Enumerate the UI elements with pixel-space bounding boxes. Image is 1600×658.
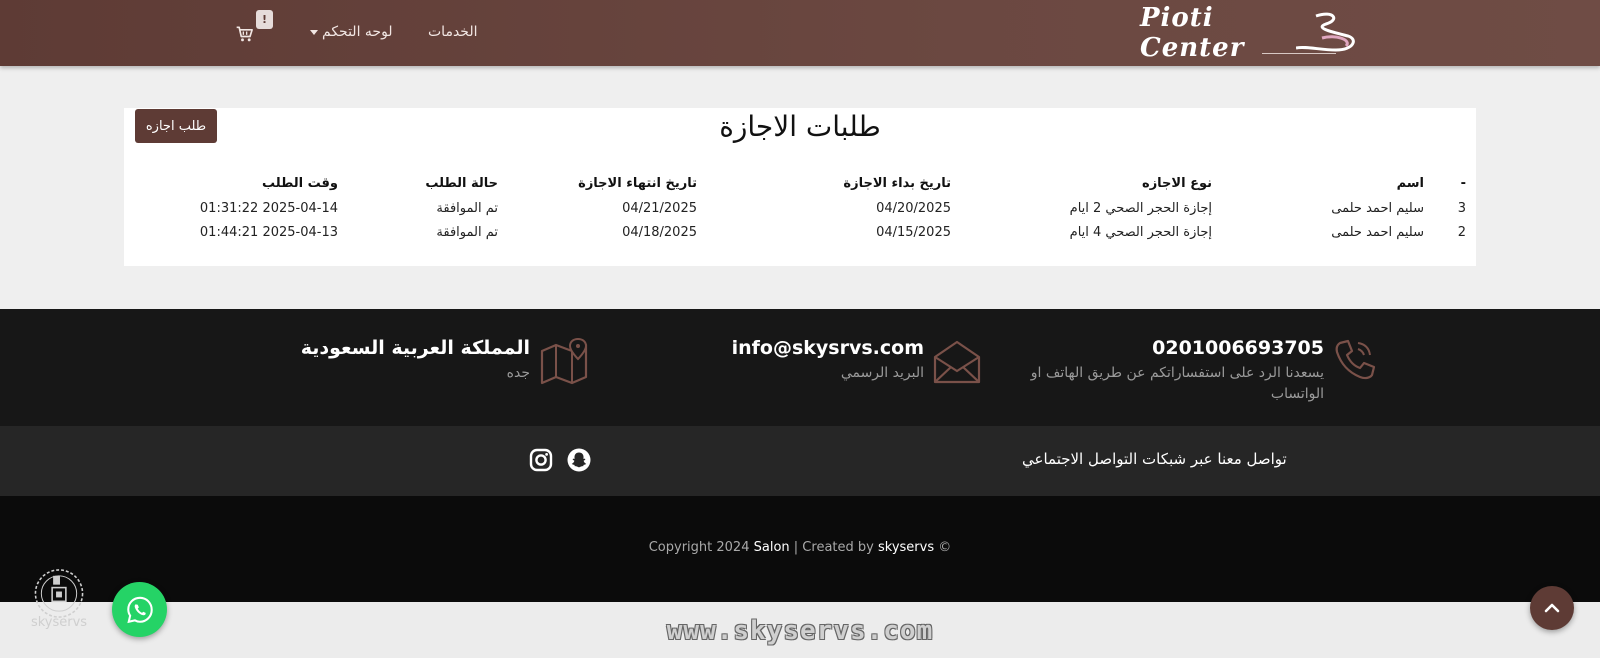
logo[interactable]: Pioti Center — [1140, 3, 1362, 63]
footer-social-band: تواصل معنا عبر شبكات التواصل الاجتماعي — [0, 426, 1600, 496]
copyright-symbol: © — [938, 540, 952, 555]
cell-index: 3 — [1457, 200, 1466, 216]
header-start-date: تاريخ بداء الاجازة — [843, 175, 951, 191]
nav-dashboard-label: لوحه التحكم — [322, 24, 393, 40]
table-row: 3 سليم احمد حلمى إجازة الحجر الصحي 2 ايا… — [134, 196, 1466, 220]
copyright-text: Copyright 2024 Salon | Created by skyser… — [0, 540, 1600, 555]
instagram-icon[interactable] — [529, 448, 553, 472]
cell-start-date: 04/15/2025 — [876, 224, 951, 240]
created-by-label: | Created by — [793, 540, 874, 555]
location-country: المملكة العربية السعودية — [300, 337, 530, 359]
scroll-to-top-button[interactable] — [1530, 586, 1574, 630]
leave-requests-card: طلبات الاجازة طلب اجازه - اسم نوع الاجاز… — [124, 108, 1476, 266]
table-header-row: - اسم نوع الاجازه تاريخ بداء الاجازة تار… — [134, 172, 1466, 196]
header-type: نوع الاجازه — [1142, 175, 1212, 191]
cart-icon[interactable] — [235, 24, 255, 44]
skyservs-badge-label: skyservs — [30, 615, 88, 630]
header-request-time: وقت الطلب — [262, 175, 338, 191]
logo-underline — [1262, 53, 1336, 54]
cell-status: تم الموافقة — [436, 200, 498, 216]
cell-index: 2 — [1457, 224, 1466, 240]
cell-type: إجازة الحجر الصحي 4 ايام — [1069, 224, 1212, 240]
skyservs-badge[interactable]: skyservs — [26, 566, 92, 630]
cell-request-time: 2025-04-13 01:44:21 — [199, 224, 338, 240]
whatsapp-icon — [126, 596, 153, 623]
contact-location: المملكة العربية السعودية جده — [301, 337, 530, 384]
cell-name: سليم احمد حلمى — [1331, 224, 1424, 240]
watermark-text: www.skyservs.com — [666, 616, 934, 646]
cart-badge: ! — [256, 10, 273, 29]
chevron-up-icon — [1544, 603, 1560, 613]
leave-requests-table: - اسم نوع الاجازه تاريخ بداء الاجازة تار… — [134, 172, 1466, 244]
cell-type: إجازة الحجر الصحي 2 ايام — [1069, 200, 1212, 216]
phone-note: يسعدنا الرد على استفساراتكم عن طريق الها… — [1030, 365, 1324, 402]
header-status: حالة الطلب — [425, 175, 498, 191]
cell-end-date: 04/21/2025 — [622, 200, 697, 216]
cell-name: سليم احمد حلمى — [1331, 200, 1424, 216]
whatsapp-button[interactable] — [112, 582, 167, 637]
map-location-icon — [540, 337, 588, 385]
logo-text: Pioti Center — [1140, 3, 1245, 63]
cell-request-time: 2025-04-14 01:31:22 — [199, 200, 338, 216]
footer-contact-band: 0201006693705 يسعدنا الرد على استفساراتك… — [0, 309, 1600, 426]
caret-down-icon — [310, 29, 318, 35]
qr-badge-icon — [34, 569, 84, 618]
header-end-date: تاريخ انتهاء الاجازة — [578, 175, 697, 191]
author-link[interactable]: skyservs — [878, 540, 934, 555]
header-name: اسم — [1396, 175, 1424, 191]
contact-phone: 0201006693705 يسعدنا الرد على استفساراتك… — [1024, 337, 1324, 405]
nav-dashboard-dropdown[interactable]: لوحه التحكم — [310, 24, 393, 40]
table-row: 2 سليم احمد حلمى إجازة الحجر الصحي 4 ايا… — [134, 220, 1466, 244]
page-title: طلبات الاجازة — [719, 110, 881, 143]
nav-services[interactable]: الخدمات — [428, 24, 478, 40]
cell-end-date: 04/18/2025 — [622, 224, 697, 240]
header-index: - — [1460, 175, 1466, 191]
request-leave-button[interactable]: طلب اجازه — [135, 109, 217, 143]
phone-number[interactable]: 0201006693705 — [1024, 337, 1324, 359]
cell-status: تم الموافقة — [436, 224, 498, 240]
snapchat-icon[interactable] — [567, 448, 591, 472]
top-navbar: Pioti Center الخدمات لوحه التحكم ! — [0, 0, 1600, 66]
brand-link[interactable]: Salon — [754, 540, 790, 555]
social-text: تواصل معنا عبر شبكات التواصل الاجتماعي — [1022, 450, 1287, 468]
email-note: البريد الرسمي — [840, 365, 924, 381]
location-city: جده — [506, 365, 530, 381]
bottom-strip: www.skyservs.com — [0, 602, 1600, 658]
envelope-icon — [933, 340, 981, 384]
logo-swirl-icon — [1296, 12, 1355, 52]
email-address[interactable]: info@skysrvs.com — [732, 337, 924, 359]
cell-start-date: 04/20/2025 — [876, 200, 951, 216]
phone-icon — [1335, 339, 1376, 380]
footer-copyright-band: Copyright 2024 Salon | Created by skyser… — [0, 496, 1600, 602]
contact-email: info@skysrvs.com البريد الرسمي — [732, 337, 924, 384]
copyright-prefix: Copyright 2024 — [648, 540, 750, 555]
